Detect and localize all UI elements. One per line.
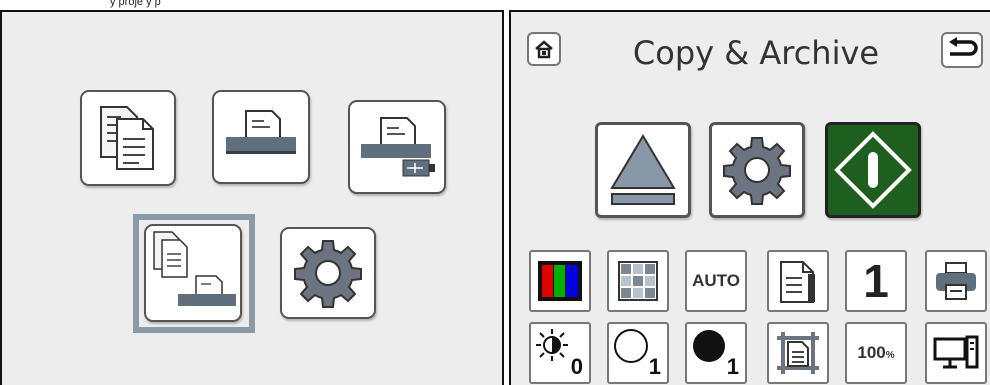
eject-button[interactable] xyxy=(595,122,691,218)
auto-button[interactable]: AUTO xyxy=(685,250,747,312)
back-button[interactable] xyxy=(941,32,983,68)
grid-icon xyxy=(618,261,658,301)
copies-button[interactable]: 1 xyxy=(845,250,907,312)
copy-and-archive-tile[interactable] xyxy=(144,224,242,322)
page-frame-icon xyxy=(777,332,819,374)
copy-scan-icon xyxy=(153,231,236,306)
black-level-value: 1 xyxy=(726,354,739,379)
right-panel: Copy & Archive AUTO 1 0 1 1 100% xyxy=(509,10,990,385)
black-level-button[interactable]: 1 xyxy=(685,322,747,384)
header-fragment: y proje y p xyxy=(110,0,161,8)
copy-tile[interactable] xyxy=(80,90,176,186)
grid-button[interactable] xyxy=(607,250,669,312)
document-button[interactable] xyxy=(767,250,829,312)
back-arrow-icon xyxy=(949,37,978,56)
gear-icon xyxy=(723,137,791,205)
zoom-number: 100 xyxy=(857,343,886,362)
white-level-value: 1 xyxy=(648,354,661,379)
settings-button[interactable] xyxy=(709,122,805,218)
white-level-button[interactable]: 1 xyxy=(607,322,669,384)
scan-tile[interactable] xyxy=(212,90,310,184)
left-panel xyxy=(0,10,504,385)
eject-icon xyxy=(610,134,676,205)
brightness-button[interactable]: 0 xyxy=(529,322,591,384)
black-circle-icon xyxy=(693,330,725,362)
document-icon xyxy=(780,261,815,303)
color-mode-icon xyxy=(538,261,582,301)
page-title: Copy & Archive xyxy=(632,34,880,72)
printer-button[interactable] xyxy=(925,250,987,312)
start-icon xyxy=(834,131,912,209)
settings-tile[interactable] xyxy=(280,227,376,319)
scan-to-usb-tile[interactable] xyxy=(348,100,446,194)
copy-documents-icon xyxy=(100,106,154,170)
color-mode-button[interactable] xyxy=(529,250,591,312)
home-button[interactable] xyxy=(527,32,561,66)
copies-count: 1 xyxy=(863,255,889,307)
display-icon xyxy=(933,335,979,369)
brightness-icon xyxy=(536,329,568,361)
scanner-usb-icon xyxy=(361,117,435,177)
auto-label: AUTO xyxy=(692,271,740,290)
page-frame-button[interactable] xyxy=(767,322,829,384)
white-circle-icon xyxy=(614,329,648,363)
start-button[interactable] xyxy=(825,122,921,218)
zoom-value: 100% xyxy=(857,343,894,363)
zoom-unit: % xyxy=(885,350,895,361)
scanner-icon xyxy=(226,110,296,154)
gear-icon xyxy=(294,240,362,308)
printer-icon xyxy=(936,262,976,300)
zoom-button[interactable]: 100% xyxy=(845,322,907,384)
display-button[interactable] xyxy=(925,322,987,384)
brightness-value: 0 xyxy=(570,354,583,379)
home-icon xyxy=(535,40,553,59)
